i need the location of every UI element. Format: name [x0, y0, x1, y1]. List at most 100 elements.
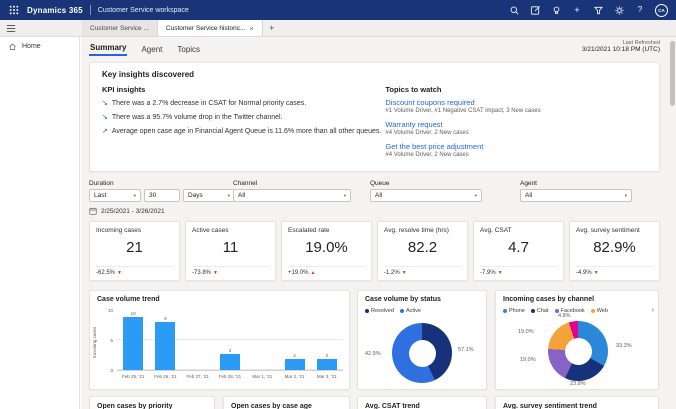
tab-label: Customer Service ... [90, 25, 149, 32]
brand-title[interactable]: Dynamics 365 [27, 6, 83, 15]
close-tab-icon[interactable]: × [249, 24, 253, 33]
legend-item[interactable]: Resolved [365, 308, 394, 314]
bar[interactable] [220, 354, 240, 370]
quick-create-plus-icon[interactable]: + [571, 4, 583, 16]
trend-down-icon: ↘ [102, 113, 108, 122]
pct-label: 42.9% [365, 351, 381, 357]
bar-slot: 9 [149, 311, 181, 370]
queue-select[interactable]: All▾ [370, 189, 482, 202]
x-tick-label: Feb 27, '21 [182, 374, 214, 379]
kpi-card-avg-survey-sentiment: Avg. survey sentiment 82.9% -4.9%▼ [569, 221, 660, 281]
chevron-down-icon: ▾ [625, 193, 627, 199]
bar-value-label: 2 [293, 353, 296, 358]
trend-down-icon: ↘ [102, 99, 108, 108]
search-icon[interactable] [508, 4, 520, 16]
chart-incoming-cases-by-channel: Incoming cases by channel PhoneChatFaceb… [495, 290, 659, 390]
topic-link[interactable]: Discount coupons required [385, 98, 647, 107]
topic-item: Warranty request #4 Volume Driver, 2 New… [385, 120, 647, 136]
help-icon[interactable]: ? [634, 4, 646, 16]
app-name[interactable]: Customer Service workspace [98, 7, 189, 14]
chart-open-cases-by-case-age: Open cases by case age [223, 396, 350, 409]
trend-arrow-icon: ▲ [311, 270, 316, 276]
y-tick-label: 5 [110, 339, 113, 344]
bar-xlabels: Feb 25, '21Feb 26, '21Feb 27, '21Feb 28,… [117, 374, 343, 379]
waffle-menu-icon[interactable] [8, 4, 20, 16]
legend-item[interactable]: Phone [503, 308, 525, 314]
key-insights-title: Key insights discovered [102, 70, 647, 79]
legend-label: Resolved [371, 308, 394, 314]
calendar-icon [89, 207, 97, 215]
bar[interactable] [285, 359, 305, 370]
channel-label: Channel [233, 180, 257, 187]
duration-count-input[interactable]: 30 [144, 189, 180, 202]
duration-last-select[interactable]: Last▾ [89, 189, 141, 202]
kpi-delta: -1.2%▼ [384, 266, 461, 276]
donut-1[interactable] [392, 323, 452, 383]
legend-label: Phone [509, 308, 525, 314]
kpi-title: Incoming cases [90, 222, 179, 234]
new-tab-icon[interactable]: + [263, 20, 281, 36]
kpi-title: Avg. survey sentiment [570, 222, 659, 234]
date-range-value: 2/25/2021 - 3/26/2021 [101, 208, 165, 215]
kpi-delta: -73.8%▼ [192, 266, 269, 276]
legend-next-icon[interactable]: › [652, 307, 654, 314]
duration-unit-select[interactable]: Days▾ [183, 189, 235, 202]
kpi-insight-text: There was a 95.7% volume drop in the Twi… [112, 113, 283, 122]
trend-arrow-icon: ▼ [498, 270, 503, 276]
kpi-delta: -7.9%▼ [480, 266, 557, 276]
kpi-value: 19.0% [282, 239, 371, 256]
tab-customer-service-historical[interactable]: Customer Service historic... × [158, 20, 263, 36]
bar[interactable] [123, 317, 143, 370]
duration-label: Duration [89, 180, 114, 187]
channel-select[interactable]: All▾ [233, 189, 351, 202]
y-tick-label: 10 [108, 309, 113, 314]
chevron-down-icon: ▾ [475, 193, 477, 199]
sidebar-item-label: Home [22, 43, 41, 50]
tab-summary[interactable]: Summary [89, 43, 127, 56]
chart-case-volume-by-status: Case volume by status Resolved Active 42.… [357, 290, 487, 390]
tab-customer-service[interactable]: Customer Service ... [82, 20, 158, 36]
chart-title: Case volume by status [365, 296, 441, 303]
kpi-title: Escalated rate [282, 222, 371, 234]
last-refreshed: Last Refreshed 3/21/2021 10:18 PM (UTC) [582, 40, 660, 53]
topic-link[interactable]: Get the best price adjustment [385, 142, 647, 151]
x-tick-label: Mar 2, '21 [278, 374, 310, 379]
hamburger-menu-icon[interactable] [0, 20, 22, 36]
legend-2: PhoneChatFacebookWeb [503, 308, 608, 314]
pct-label: 19.0% [520, 357, 536, 363]
bar[interactable] [155, 322, 175, 370]
topics-to-watch-column: Topics to watch Discount coupons require… [385, 85, 647, 164]
y-axis-title: Incoming cases [92, 317, 97, 367]
scrollbar-thumb[interactable] [670, 41, 675, 106]
bar[interactable] [317, 359, 337, 370]
kpi-value: 82.9% [570, 239, 659, 256]
topbar-left: Dynamics 365 Customer Service workspace [8, 4, 189, 16]
kpi-card-incoming-cases: Incoming cases 21 -62.5%▼ [89, 221, 180, 281]
lightbulb-icon[interactable] [550, 4, 562, 16]
trend-arrow-icon: ▼ [594, 270, 599, 276]
kpi-delta: -62.5%▼ [96, 266, 173, 276]
legend-item[interactable]: Active [400, 308, 421, 314]
gear-icon[interactable] [613, 4, 625, 16]
user-avatar[interactable]: CA [655, 4, 668, 17]
bar-value-label: 3 [229, 348, 232, 353]
x-tick-label: Feb 25, '21 [117, 374, 149, 379]
trend-arrow-icon: ▼ [402, 270, 407, 276]
bar-slot: 10 [117, 311, 149, 370]
donut-2[interactable] [548, 321, 608, 381]
date-range[interactable]: 2/25/2021 - 3/26/2021 [89, 207, 165, 215]
chart-case-volume-trend: Case volume trend Incoming cases 1050 10… [89, 290, 350, 390]
legend-item[interactable]: Web [591, 308, 608, 314]
pct-label: 19.0% [518, 329, 534, 335]
x-tick-label: Feb 28, '21 [214, 374, 246, 379]
legend-item[interactable]: Chat [531, 308, 549, 314]
key-insights-card: Key insights discovered KPI insights ↘ T… [89, 62, 660, 172]
sidebar-item-home[interactable]: Home [0, 37, 79, 56]
filter-icon[interactable] [592, 4, 604, 16]
agent-select[interactable]: All▾ [520, 189, 632, 202]
compose-icon[interactable] [529, 4, 541, 16]
topic-link[interactable]: Warranty request [385, 120, 647, 129]
tab-agent[interactable]: Agent [140, 45, 163, 56]
tab-topics[interactable]: Topics [176, 45, 201, 56]
sidebar: Home [0, 37, 80, 409]
